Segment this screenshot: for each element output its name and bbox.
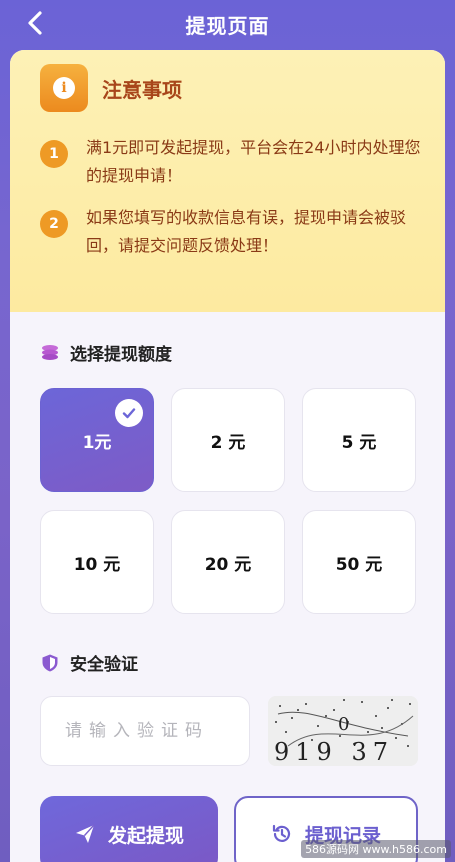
header: 提现页面 [0,0,455,48]
amount-option-2[interactable]: 2 元 [171,388,285,492]
notice-item-number: 2 [40,210,68,238]
security-section-label: 安全验证 [70,655,138,675]
shield-icon [42,654,58,671]
amount-option-50[interactable]: 50 元 [302,510,416,614]
history-icon [272,824,291,842]
amount-option-label: 5 元 [341,432,377,453]
amount-option-label: 1元 [82,432,112,453]
amount-option-label: 10 元 [73,554,121,575]
amount-section-label: 选择提现额度 [70,345,172,365]
captcha-text: 919 37 [274,738,394,766]
submit-withdraw-button[interactable]: 发起提现 [40,796,218,862]
captcha-input[interactable] [40,696,250,766]
amount-section-title: 选择提现额度 [40,340,172,365]
amount-option-5[interactable]: 5 元 [302,388,416,492]
page-title: 提现页面 [185,13,270,38]
notice-item-text: 如果您填写的收款信息有误，提现申请会被驳回，请提交问题反馈处理！ [86,208,407,255]
paper-plane-icon [75,824,95,843]
amount-option-label: 20 元 [204,554,252,575]
amount-option-20[interactable]: 20 元 [171,510,285,614]
info-icon: i [40,64,88,112]
amount-option-1[interactable]: 1元 [40,388,154,492]
notice-item-number: 1 [40,140,68,168]
security-section-title: 安全验证 [40,650,138,675]
watermark: 586源码网 www.h586.com [301,840,451,858]
chevron-left-icon [28,11,42,35]
submit-withdraw-label: 发起提现 [107,824,184,847]
amount-option-label: 2 元 [210,432,246,453]
check-icon [115,399,143,427]
amount-option-label: 50 元 [335,554,383,575]
notice-panel: i 注意事项 1 满1元即可发起提现，平台会在24小时内处理您的提现申请！ 2 … [10,50,445,312]
captcha-image[interactable]: 0 919 37 [268,696,418,766]
back-button[interactable] [20,8,50,38]
main-card: i 注意事项 1 满1元即可发起提现，平台会在24小时内处理您的提现申请！ 2 … [10,50,445,862]
amount-option-10[interactable]: 10 元 [40,510,154,614]
info-icon-letter: i [53,77,75,99]
notice-title: 注意事项 [102,78,182,102]
svg-text:0: 0 [338,714,349,735]
coins-icon [42,344,58,360]
notice-item-text: 满1元即可发起提现，平台会在24小时内处理您的提现申请！ [86,138,421,185]
